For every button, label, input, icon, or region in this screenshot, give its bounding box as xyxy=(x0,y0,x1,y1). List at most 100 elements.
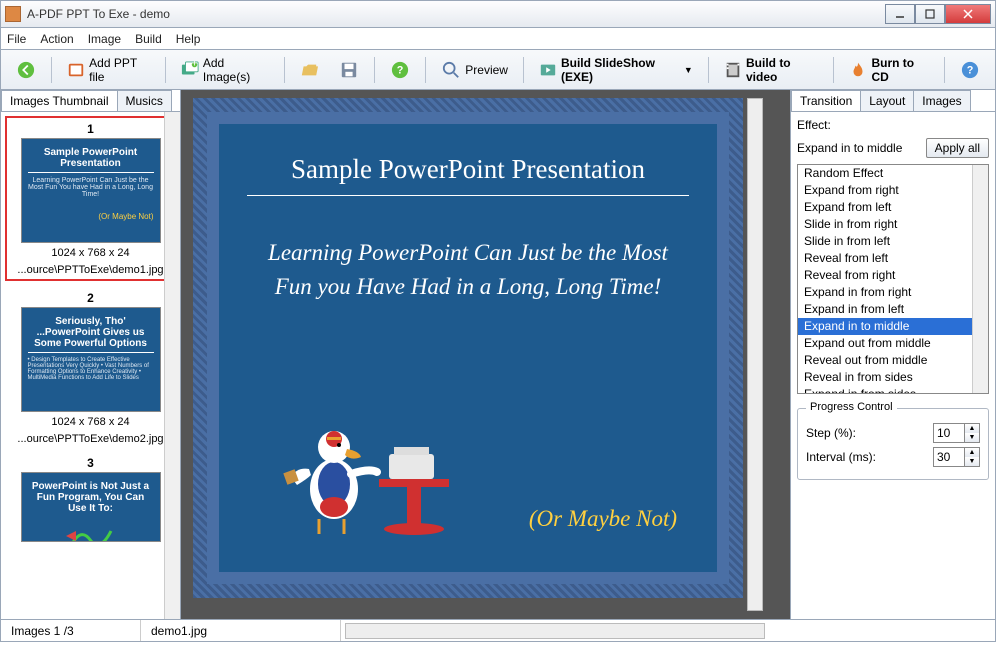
effect-item[interactable]: Expand in from left xyxy=(798,301,988,318)
build-video-button[interactable]: Build to video xyxy=(717,56,826,84)
thumbnail-item[interactable]: 3 PowerPoint is Not Just a Fun Program, … xyxy=(5,454,176,542)
preview-button[interactable]: Preview xyxy=(434,56,515,84)
interval-down[interactable]: ▼ xyxy=(965,457,979,466)
tab-musics[interactable]: Musics xyxy=(117,90,172,111)
flame-icon xyxy=(849,60,867,80)
step-label: Step (%): xyxy=(806,426,925,440)
menu-help[interactable]: Help xyxy=(176,32,201,46)
images-icon: + xyxy=(181,60,199,80)
question-icon: ? xyxy=(390,60,410,80)
progress-control-group: Progress Control Step (%): ▲▼ Interval (… xyxy=(797,408,989,480)
svg-text:?: ? xyxy=(397,64,404,76)
step-up[interactable]: ▲ xyxy=(965,424,979,433)
apply-all-button[interactable]: Apply all xyxy=(926,138,989,158)
main-area: Images Thumbnail Musics 1 Sample PowerPo… xyxy=(0,90,996,620)
left-pane: Images Thumbnail Musics 1 Sample PowerPo… xyxy=(1,90,181,619)
right-pane: Transition Layout Images Effect: Expand … xyxy=(790,90,995,619)
effect-label: Effect: xyxy=(797,118,989,132)
build-slideshow-button[interactable]: Build SlideShow (EXE) ▼ xyxy=(532,56,700,84)
status-hscrollbar[interactable] xyxy=(345,623,765,639)
save-button[interactable] xyxy=(332,56,366,84)
ppt-icon xyxy=(67,60,85,80)
thumbnail-item[interactable]: 2 Seriously, Tho' ...PowerPoint Gives us… xyxy=(5,289,176,446)
effect-item[interactable]: Expand from right xyxy=(798,182,988,199)
duck-illustration xyxy=(279,399,459,542)
tab-images[interactable]: Images xyxy=(913,90,970,111)
title-bar: A-PDF PPT To Exe - demo xyxy=(0,0,996,28)
menu-file[interactable]: File xyxy=(7,32,26,46)
back-button[interactable] xyxy=(9,56,43,84)
add-images-button[interactable]: +Add Image(s) xyxy=(174,56,276,84)
step-down[interactable]: ▼ xyxy=(965,433,979,442)
thumb-number: 2 xyxy=(5,289,176,307)
arrow-left-icon xyxy=(16,60,36,80)
tab-images-thumbnail[interactable]: Images Thumbnail xyxy=(1,90,118,111)
effect-item[interactable]: Expand out from middle xyxy=(798,335,988,352)
app-icon xyxy=(5,6,21,22)
thumb-number: 1 xyxy=(9,120,172,138)
magnifier-icon xyxy=(441,60,461,80)
close-button[interactable] xyxy=(945,4,991,24)
effect-item[interactable]: Reveal from right xyxy=(798,267,988,284)
status-bar: Images 1 /3 demo1.jpg xyxy=(0,620,996,642)
thumbnail-list[interactable]: 1 Sample PowerPoint Presentation Learnin… xyxy=(1,112,180,619)
interval-label: Interval (ms): xyxy=(806,450,925,464)
effect-list[interactable]: Random EffectExpand from rightExpand fro… xyxy=(797,164,989,394)
thumb-path: ...ource\PPTToExe\demo2.jpg xyxy=(5,433,176,446)
thumb-preview: Sample PowerPoint Presentation Learning … xyxy=(21,138,161,243)
menu-image[interactable]: Image xyxy=(88,32,121,46)
effect-scrollbar[interactable] xyxy=(972,165,988,393)
build-video-label: Build to video xyxy=(746,56,818,84)
progress-legend: Progress Control xyxy=(806,401,897,413)
film-icon xyxy=(724,60,742,80)
step-input[interactable] xyxy=(933,423,965,443)
thumbs-scrollbar[interactable] xyxy=(164,112,180,619)
add-ppt-label: Add PPT file xyxy=(89,56,150,84)
thumb-preview: Seriously, Tho' ...PowerPoint Gives us S… xyxy=(21,307,161,412)
preview-pane: Sample PowerPoint Presentation Learning … xyxy=(181,90,790,619)
slide-preview: Sample PowerPoint Presentation Learning … xyxy=(193,98,743,598)
menu-action[interactable]: Action xyxy=(40,32,73,46)
svg-text:?: ? xyxy=(967,64,974,76)
effect-item[interactable]: Expand from left xyxy=(798,199,988,216)
effect-current: Expand in to middle xyxy=(797,141,902,155)
minimize-button[interactable] xyxy=(885,4,915,24)
status-images: Images 1 /3 xyxy=(1,620,141,641)
info-icon: ? xyxy=(960,60,980,80)
add-ppt-button[interactable]: Add PPT file xyxy=(60,56,157,84)
maximize-button[interactable] xyxy=(915,4,945,24)
status-file: demo1.jpg xyxy=(141,620,341,641)
folder-open-icon xyxy=(299,60,319,80)
burn-cd-label: Burn to CD xyxy=(871,56,929,84)
effect-item[interactable]: Slide in from left xyxy=(798,233,988,250)
info-button[interactable]: ? xyxy=(953,56,987,84)
effect-item[interactable]: Slide in from right xyxy=(798,216,988,233)
build-slideshow-label: Build SlideShow (EXE) xyxy=(561,56,678,84)
effect-item[interactable]: Reveal from left xyxy=(798,250,988,267)
chevron-down-icon: ▼ xyxy=(684,65,693,75)
slide-title: Sample PowerPoint Presentation xyxy=(247,154,689,196)
menu-bar: File Action Image Build Help xyxy=(0,28,996,50)
preview-label: Preview xyxy=(465,63,508,77)
effect-item[interactable]: Random Effect xyxy=(798,165,988,182)
open-button[interactable] xyxy=(292,56,326,84)
slideshow-icon xyxy=(539,60,557,80)
effect-item[interactable]: Expand in to middle xyxy=(798,318,988,335)
menu-build[interactable]: Build xyxy=(135,32,162,46)
thumb-dimensions: 1024 x 768 x 24 xyxy=(5,416,176,429)
add-images-label: Add Image(s) xyxy=(203,56,269,84)
slide-body: Learning PowerPoint Can Just be the Most… xyxy=(247,236,689,304)
effect-item[interactable]: Expand in from sides xyxy=(798,386,988,394)
floppy-icon xyxy=(339,60,359,80)
thumbnail-item[interactable]: 1 Sample PowerPoint Presentation Learnin… xyxy=(5,116,176,281)
effect-item[interactable]: Reveal in from sides xyxy=(798,369,988,386)
help-button[interactable]: ? xyxy=(383,56,417,84)
interval-up[interactable]: ▲ xyxy=(965,448,979,457)
interval-input[interactable] xyxy=(933,447,965,467)
burn-cd-button[interactable]: Burn to CD xyxy=(842,56,936,84)
effect-item[interactable]: Expand in from right xyxy=(798,284,988,301)
tab-transition[interactable]: Transition xyxy=(791,90,861,111)
preview-vscrollbar[interactable] xyxy=(747,98,763,611)
tab-layout[interactable]: Layout xyxy=(860,90,914,111)
effect-item[interactable]: Reveal out from middle xyxy=(798,352,988,369)
